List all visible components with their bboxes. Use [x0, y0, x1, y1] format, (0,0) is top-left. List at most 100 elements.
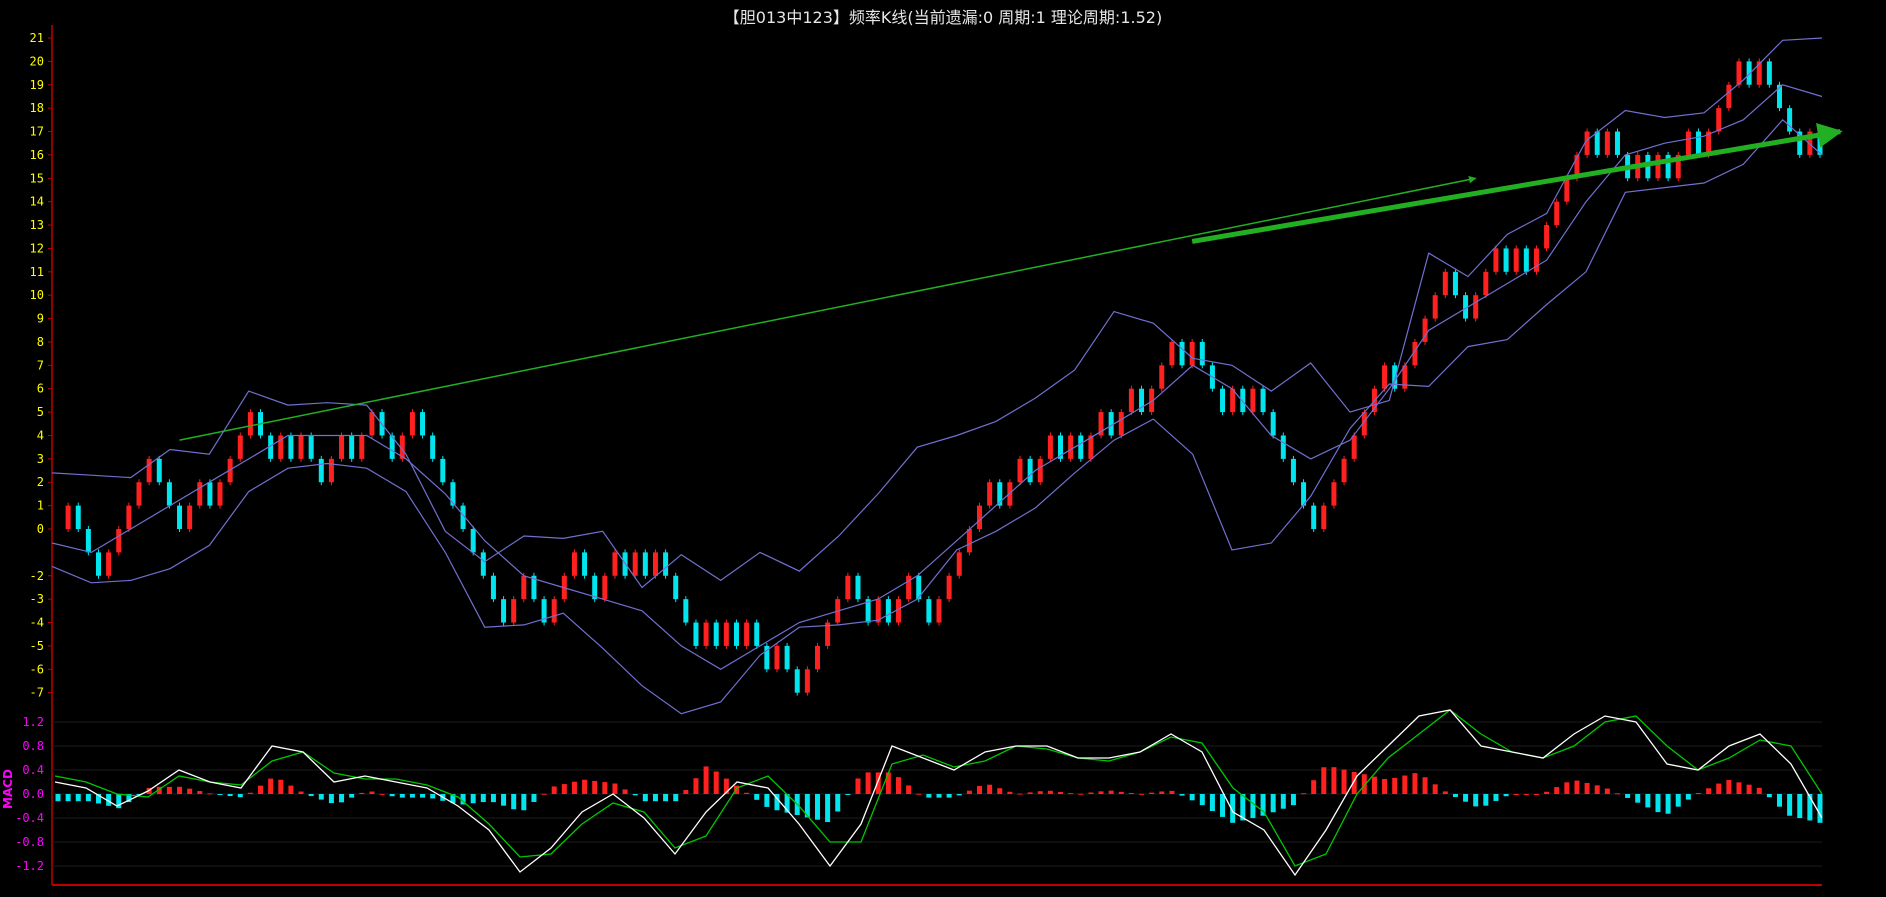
macd-bar-positive	[987, 784, 993, 794]
candle-down	[683, 599, 689, 623]
candle-up	[946, 575, 952, 600]
macd-bar-negative	[85, 794, 91, 802]
candle-up	[126, 505, 132, 529]
candle-down	[1503, 248, 1509, 272]
candle-down	[85, 529, 91, 553]
macd-bar-positive	[1442, 791, 1448, 794]
macd-bar-negative	[652, 794, 658, 802]
candle-up	[1655, 154, 1661, 179]
macd-bar-positive	[1088, 792, 1094, 794]
macd-bar-positive	[561, 784, 567, 794]
candle-down	[673, 575, 679, 600]
candle-down	[1280, 435, 1286, 459]
macd-bar-positive	[359, 792, 365, 794]
macd-bar-positive	[1007, 791, 1013, 794]
macd-bar-positive	[278, 779, 284, 794]
macd-bar-negative	[399, 794, 405, 798]
macd-bar-positive	[1604, 788, 1610, 794]
macd-bar-positive	[1341, 769, 1347, 794]
candle-up	[359, 435, 365, 459]
macd-bar-positive	[906, 785, 912, 794]
macd-bar-negative	[946, 794, 952, 798]
y-tick-label: 16	[30, 148, 44, 162]
macd-bar-negative	[227, 794, 233, 797]
macd-tick-label: 0.8	[22, 739, 44, 753]
macd-bar-negative	[1797, 794, 1803, 819]
macd-bar-positive	[966, 790, 972, 794]
macd-bar-negative	[1199, 794, 1205, 806]
macd-bar-positive	[916, 793, 922, 795]
candle-up	[1544, 225, 1550, 249]
macd-bar-negative	[1665, 794, 1671, 814]
macd-bar-negative	[632, 794, 638, 796]
candle-up	[612, 552, 618, 576]
macd-bar-positive	[1756, 787, 1762, 794]
candle-up	[1442, 271, 1448, 296]
macd-bar-negative	[318, 794, 324, 800]
candle-down	[470, 529, 476, 553]
candle-up	[774, 645, 780, 670]
macd-bar-negative	[764, 794, 770, 807]
macd-bar-positive	[1118, 791, 1124, 794]
candle-up	[1554, 201, 1560, 226]
macd-bar-positive	[1564, 782, 1570, 794]
y-tick-label: 11	[30, 265, 44, 279]
macd-bar-positive	[1614, 793, 1620, 795]
chart-canvas[interactable]: 2120191817161514131211109876543210-2-3-4…	[0, 0, 1886, 897]
macd-bar-positive	[1706, 788, 1712, 794]
candle-up	[703, 622, 709, 646]
macd-bar-negative	[1270, 794, 1276, 813]
macd-bar-negative	[663, 794, 669, 802]
y-tick-label: 10	[30, 288, 44, 302]
macd-bar-positive	[1513, 794, 1519, 795]
macd-bar-positive	[1716, 783, 1722, 794]
macd-bar-positive	[1149, 792, 1155, 794]
candle-down	[885, 599, 891, 623]
y-tick-label: -7	[30, 686, 44, 700]
macd-bar-negative	[1635, 794, 1641, 803]
macd-bar-negative	[814, 794, 820, 820]
macd-bar-positive	[1078, 793, 1084, 795]
macd-bar-positive	[855, 778, 861, 794]
candle-up	[1382, 365, 1388, 389]
candle-down	[1260, 388, 1266, 413]
candle-down	[582, 552, 588, 576]
macd-bar-positive	[895, 777, 901, 794]
candle-up	[814, 645, 820, 670]
candle-up	[1118, 412, 1124, 436]
candle-down	[1220, 388, 1226, 413]
macd-bar-positive	[1523, 794, 1529, 795]
candle-up	[1321, 505, 1327, 529]
y-tick-label: -3	[30, 592, 44, 606]
candle-up	[1037, 458, 1043, 483]
macd-bar-negative	[1685, 794, 1691, 800]
candle-up	[1047, 435, 1053, 459]
macd-bar-positive	[703, 766, 709, 794]
macd-bar-negative	[1483, 794, 1489, 806]
y-tick-label: 20	[30, 54, 44, 68]
y-tick-label: 17	[30, 125, 44, 139]
macd-bar-negative	[926, 794, 932, 798]
y-tick-label: 19	[30, 78, 44, 92]
macd-bar-negative	[349, 794, 355, 798]
candle-up	[1483, 271, 1489, 296]
macd-bar-negative	[217, 794, 223, 795]
candle-up	[987, 482, 993, 506]
candle-down	[1270, 412, 1276, 436]
candle-up	[977, 505, 983, 529]
macd-bar-positive	[1139, 793, 1145, 795]
candle-up	[1564, 178, 1570, 202]
candle-down	[1452, 271, 1458, 296]
macd-bar-positive	[592, 780, 598, 794]
macd-bar-negative	[1787, 794, 1793, 816]
candle-down	[430, 435, 436, 459]
candle-down	[177, 505, 183, 529]
candle-up	[298, 435, 304, 459]
candle-down	[663, 552, 669, 576]
candle-down	[1614, 131, 1620, 155]
candle-up	[247, 412, 253, 436]
macd-bar-positive	[602, 782, 608, 794]
macd-bar-positive	[1027, 792, 1033, 794]
candle-up	[116, 529, 122, 553]
macd-bar-positive	[1382, 778, 1388, 794]
